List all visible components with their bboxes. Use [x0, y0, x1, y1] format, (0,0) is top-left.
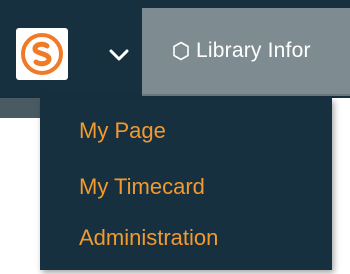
tab-library-info[interactable]: Library Infor: [142, 8, 350, 96]
s-brand-logo-icon[interactable]: [16, 28, 68, 80]
hexagon-icon: [172, 41, 190, 61]
dropdown-menu: My Page My Timecard Administration: [40, 98, 332, 270]
menu-item-administration[interactable]: Administration: [79, 225, 218, 251]
tab-label: Library Infor: [196, 39, 311, 62]
menu-item-my-timecard[interactable]: My Timecard: [79, 174, 205, 200]
menu-item-my-page[interactable]: My Page: [79, 118, 166, 144]
subheader-strip: [0, 98, 40, 118]
chevron-down-icon[interactable]: [104, 44, 134, 66]
